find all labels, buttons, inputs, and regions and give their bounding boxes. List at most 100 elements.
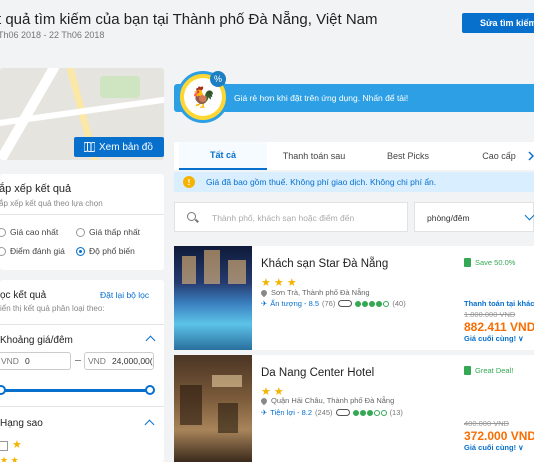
pay-at-hotel-tag: Thanh toán tại khách (464, 299, 534, 308)
bubble-filled (355, 300, 362, 307)
map-preview[interactable]: Xem bản đồ (0, 68, 164, 160)
deal-badge: Save 50.0% (464, 258, 515, 267)
tab-luxury[interactable]: Cao cấp (460, 142, 534, 170)
photo-furniture (218, 403, 238, 433)
bubble-empty (383, 300, 390, 307)
bubble-filled (352, 409, 359, 416)
map-park (100, 76, 140, 98)
hotel-rating[interactable]: ✈ Ấn tượng - 8.5 (76) (40) (261, 299, 406, 308)
price-unit-select[interactable]: phòng/đêm (414, 202, 534, 232)
deal-tag-icon (464, 366, 471, 375)
tab-pay-later[interactable]: Thanh toán sau (270, 142, 358, 170)
rating-count: (245) (315, 408, 333, 417)
bubble-empty (373, 409, 380, 416)
hotel-card[interactable]: Khách sạn Star Đà Nẵng ★ ★ ★ Sơn Trà, Th… (174, 246, 534, 350)
rating-label: Tiện lợi - 8.2 (270, 408, 313, 417)
tripadvisor-bubbles (352, 409, 387, 416)
price-slider-max-handle[interactable] (145, 385, 155, 395)
tripadvisor-count: (13) (389, 408, 403, 417)
tripadvisor-bubbles (355, 300, 390, 307)
map-icon (84, 142, 95, 152)
divider (0, 214, 164, 215)
rating-bird-icon: ✈ (261, 408, 268, 417)
deal-tag-icon (464, 258, 471, 267)
price-max-input[interactable]: VND 24,000,00( (84, 352, 154, 370)
original-price: 400.000 VND (464, 419, 510, 428)
hotel-price: 372.000 VND (464, 429, 534, 443)
radio-icon (0, 227, 6, 237)
chevron-up-icon (145, 335, 156, 346)
radio-icon (76, 227, 85, 237)
page-title: t quả tìm kiếm của bạn tại Thành phố Đà … (0, 11, 378, 28)
tripadvisor-icon (335, 409, 350, 416)
tab-best-picks[interactable]: Best Picks (364, 142, 452, 170)
photo-building (228, 260, 246, 284)
photo-building (182, 256, 196, 284)
divider (0, 406, 164, 407)
search-input[interactable]: Thành phố, khách sạn hoặc điểm đến (174, 202, 408, 232)
hotel-rating[interactable]: ✈ Tiện lợi - 8.2 (245) (13) (261, 408, 403, 417)
search-placeholder: Thành phố, khách sạn hoặc điểm đến (212, 213, 355, 223)
location-pin-icon (259, 288, 269, 297)
price-range-header[interactable]: Khoảng giá/đêm (0, 333, 164, 351)
hotel-location-text: Quận Hải Châu, Thành phố Đà Nẵng (271, 396, 395, 405)
tab-all[interactable]: Tất cả (179, 142, 267, 170)
deal-badge: Great Deal! (464, 366, 513, 375)
range-dash (75, 360, 81, 361)
sort-subtitle: ắp xếp kết quả theo lựa chọn (0, 199, 103, 208)
view-map-label: Xem bản đồ (99, 141, 153, 153)
price-info-bar: ! Giá đã bao gồm thuế. Không phí giao dị… (174, 172, 534, 192)
bubble-filled (359, 409, 366, 416)
chevron-right-icon[interactable] (528, 142, 534, 170)
edit-search-button[interactable]: Sửa tìm kiếm (462, 13, 534, 33)
search-icon (187, 212, 196, 221)
price-unit-value: phòng/đêm (427, 213, 470, 223)
tripadvisor-icon (338, 300, 353, 307)
star-filter-checkbox[interactable] (0, 441, 8, 451)
price-min-input[interactable]: VND 0 (0, 352, 71, 370)
app-promo-text: Giá rẻ hơn khi đặt trên ứng dụng. Nhấn đ… (234, 93, 409, 103)
sort-option-price-low[interactable]: Giá thấp nhất (76, 227, 140, 237)
price-range-title: Khoảng giá/đêm (0, 335, 73, 346)
sort-option-review-score[interactable]: Điểm đánh giá (0, 246, 65, 256)
price-min-value: 0 (24, 356, 30, 366)
rating-label: Ấn tượng - 8.5 (270, 299, 320, 308)
sort-option-price-high[interactable]: Giá cao nhất (0, 227, 58, 237)
bubble-empty (380, 409, 387, 416)
filter-panel: ọc kết quả Đặt lại bộ lọc iển thị kết qu… (0, 280, 164, 462)
star-icon: ★ ★ (0, 455, 19, 462)
sort-panel: ắp xếp kết quả ắp xếp kết quả theo lựa c… (0, 174, 164, 270)
hotel-name[interactable]: Da Nang Center Hotel (261, 367, 374, 379)
price-info-text: Giá đã bao gồm thuế. Không phí giao dịch… (206, 177, 437, 187)
deal-text: Save 50.0% (475, 258, 516, 267)
tripadvisor-count: (40) (392, 299, 406, 308)
sort-option-label: Độ phổ biến (89, 246, 135, 256)
rating-bird-icon: ✈ (261, 299, 268, 308)
hotel-location: Sơn Trà, Thành phố Đà Nẵng (259, 288, 370, 297)
view-map-button[interactable]: Xem bản đồ (74, 137, 164, 157)
hotel-photo[interactable] (174, 355, 252, 462)
deal-text: Great Deal! (475, 366, 514, 375)
hotel-photo[interactable] (174, 246, 252, 350)
final-price-toggle[interactable]: Giá cuối cùng! ∨ (464, 443, 524, 452)
bubble-filled (376, 300, 383, 307)
rating-count: (76) (322, 299, 336, 308)
chevron-down-icon (524, 210, 534, 221)
bubble-filled (369, 300, 376, 307)
date-range: Th06 2018 - 22 Th06 2018 (0, 30, 105, 40)
photo-light (212, 375, 242, 387)
reset-filters-link[interactable]: Đặt lại bộ lọc (100, 290, 149, 300)
hotel-card[interactable]: Da Nang Center Hotel ★ ★ Quận Hải Châu, … (174, 355, 534, 462)
sort-option-popularity[interactable]: Độ phổ biến (76, 246, 135, 256)
currency-label: VND (1, 356, 19, 366)
price-slider-track[interactable] (0, 389, 152, 392)
discount-badge: % (210, 71, 226, 87)
radio-icon (0, 246, 6, 256)
sort-option-label: Giá thấp nhất (89, 227, 141, 237)
radio-selected-icon (76, 246, 85, 256)
photo-building (204, 250, 220, 284)
bubble-filled (366, 409, 373, 416)
star-icon: ★ (12, 439, 22, 451)
hotel-name[interactable]: Khách sạn Star Đà Nẵng (261, 258, 388, 270)
final-price-toggle[interactable]: Giá cuối cùng! ∨ (464, 334, 524, 343)
